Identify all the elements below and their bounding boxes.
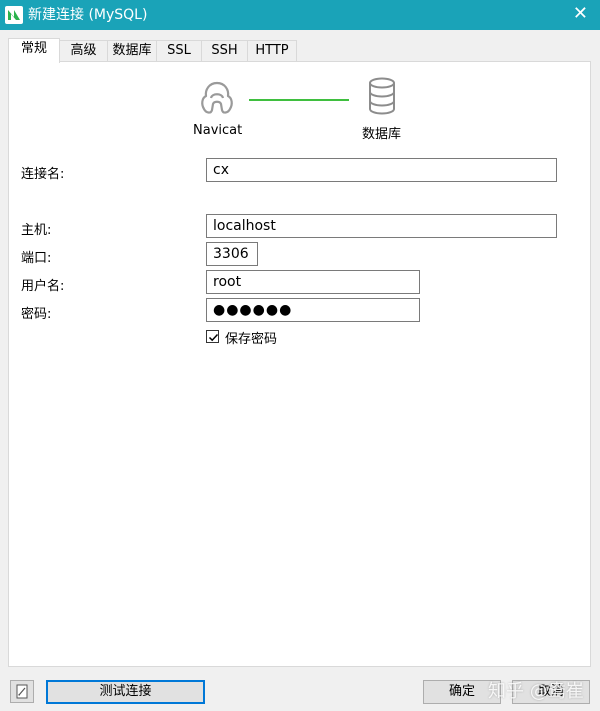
save-password-label: 保存密码 <box>225 332 278 347</box>
port-label: 端口: <box>21 251 52 266</box>
username-input[interactable]: root <box>206 270 420 294</box>
database-label: 数据库 <box>362 127 402 142</box>
window-title: 新建连接 (MySQL) <box>28 7 148 23</box>
link-icon <box>16 684 28 699</box>
tab-database[interactable]: 数据库 <box>107 40 157 61</box>
host-label: 主机: <box>21 223 52 238</box>
connection-name-label: 连接名: <box>21 167 65 182</box>
tab-http[interactable]: HTTP <box>247 40 297 61</box>
navicat-label: Navicat <box>193 123 243 138</box>
checkmark-icon <box>208 333 219 342</box>
tab-general[interactable]: 常规 <box>8 38 60 63</box>
password-input[interactable]: ●●●●●● <box>206 298 420 322</box>
general-panel: Navicat 数据库 连接名: cx 主机: localhost 端口: 33… <box>8 61 591 667</box>
tab-advanced[interactable]: 高级 <box>59 40 108 61</box>
port-input[interactable]: 3306 <box>206 242 258 266</box>
dialog-footer: 测试连接 确定 取消 知乎 @鸯崔 <box>0 671 600 711</box>
cancel-button[interactable]: 取消 <box>512 680 590 704</box>
navicat-app-icon <box>5 6 23 24</box>
tab-ssh[interactable]: SSH <box>201 40 248 61</box>
tab-ssl[interactable]: SSL <box>156 40 202 61</box>
navicat-icon <box>201 81 233 114</box>
close-icon[interactable]: ✕ <box>573 4 588 24</box>
title-bar: 新建连接 (MySQL) ✕ <box>0 0 600 30</box>
test-connection-button[interactable]: 测试连接 <box>46 680 205 704</box>
connection-line <box>249 99 349 101</box>
save-password-checkbox[interactable] <box>206 330 219 343</box>
connection-diagram: Navicat 数据库 <box>9 62 590 152</box>
password-label: 密码: <box>21 307 52 322</box>
database-icon <box>369 77 395 115</box>
ok-button[interactable]: 确定 <box>423 680 501 704</box>
connection-info-button[interactable] <box>10 680 34 703</box>
username-label: 用户名: <box>21 279 65 294</box>
host-input[interactable]: localhost <box>206 214 557 238</box>
connection-name-input[interactable]: cx <box>206 158 557 182</box>
